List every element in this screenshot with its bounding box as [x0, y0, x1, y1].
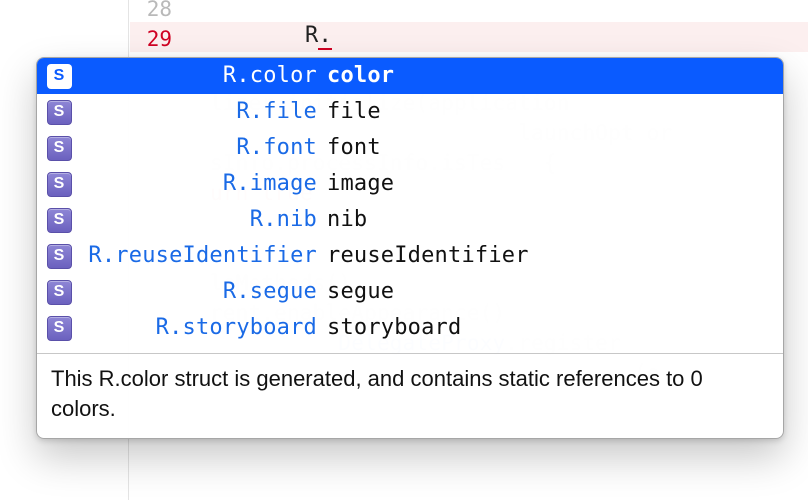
autocomplete-name: font: [327, 130, 783, 166]
autocomplete-qualified-name: R.file: [81, 94, 327, 130]
autocomplete-item[interactable]: S R.nib nib: [37, 202, 783, 238]
autocomplete-name: nib: [327, 202, 783, 238]
autocomplete-name: storyboard: [327, 310, 783, 346]
struct-icon: S: [37, 208, 81, 233]
error-line-highlight: [130, 22, 808, 52]
autocomplete-item[interactable]: S R.segue segue: [37, 274, 783, 310]
struct-icon: S: [37, 136, 81, 161]
autocomplete-name: image: [327, 166, 783, 202]
struct-icon: S: [37, 280, 81, 305]
autocomplete-qualified-name: R.color: [81, 58, 327, 94]
autocomplete-item[interactable]: S R.font font: [37, 130, 783, 166]
struct-icon: S: [37, 316, 81, 341]
xcode-editor-root: 28 29 R. debug( application launching li…: [0, 0, 808, 500]
autocomplete-item[interactable]: S R.color color: [37, 58, 783, 94]
autocomplete-qualified-name: R.font: [81, 130, 327, 166]
autocomplete-item[interactable]: S R.storyboard storyboard: [37, 310, 783, 346]
syntax-error-underline: .: [318, 23, 331, 50]
struct-icon: S: [37, 244, 81, 269]
autocomplete-name: segue: [327, 274, 783, 310]
autocomplete-item[interactable]: S R.image image: [37, 166, 783, 202]
autocomplete-qualified-name: R.storyboard: [81, 310, 327, 346]
code-fragment: R: [305, 23, 318, 48]
autocomplete-item[interactable]: S R.file file: [37, 94, 783, 130]
code-line[interactable]: R.: [305, 23, 332, 48]
struct-icon: S: [37, 100, 81, 125]
line-number-column: 28 29: [0, 0, 180, 54]
autocomplete-qualified-name: R.nib: [81, 202, 327, 238]
autocomplete-list[interactable]: S R.color color S R.file file S R.font f…: [37, 58, 783, 353]
autocomplete-name: file: [327, 94, 783, 130]
struct-icon: S: [37, 172, 81, 197]
autocomplete-qualified-name: R.segue: [81, 274, 327, 310]
line-number: 29: [0, 24, 172, 54]
autocomplete-name: reuseIdentifier: [327, 238, 783, 274]
struct-icon: S: [37, 64, 81, 89]
autocomplete-qualified-name: R.reuseIdentifier: [81, 238, 327, 274]
autocomplete-doc: This R.color struct is generated, and co…: [37, 354, 783, 438]
autocomplete-qualified-name: R.image: [81, 166, 327, 202]
line-number: 28: [0, 0, 172, 24]
autocomplete-item[interactable]: S R.reuseIdentifier reuseIdentifier: [37, 238, 783, 274]
autocomplete-popup: S R.color color S R.file file S R.font f…: [36, 57, 784, 439]
autocomplete-name: color: [327, 58, 783, 94]
